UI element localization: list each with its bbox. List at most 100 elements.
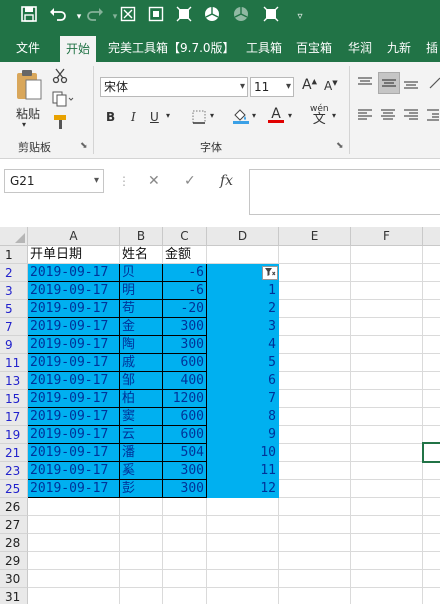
- cell[interactable]: [120, 534, 163, 552]
- cell[interactable]: [423, 516, 440, 534]
- cell[interactable]: [351, 462, 423, 480]
- cell[interactable]: [351, 552, 423, 570]
- cell[interactable]: [351, 534, 423, 552]
- row-header[interactable]: 2: [0, 264, 28, 282]
- redo-icon[interactable]: [84, 6, 106, 28]
- cell[interactable]: [279, 552, 351, 570]
- phonetic-dropdown-icon[interactable]: ▾: [332, 111, 336, 120]
- row-header[interactable]: 11: [0, 354, 28, 372]
- font-launcher-icon[interactable]: ⬊: [336, 141, 344, 151]
- column-header-d[interactable]: D: [207, 227, 279, 246]
- font-color-dropdown-icon[interactable]: ▾: [288, 111, 292, 120]
- cell-name[interactable]: 邹: [120, 372, 163, 390]
- cell[interactable]: [279, 462, 351, 480]
- cell-index[interactable]: 11: [207, 462, 279, 480]
- cell-index[interactable]: 10: [207, 444, 279, 462]
- cell[interactable]: [279, 282, 351, 300]
- column-header-a[interactable]: A: [28, 227, 120, 246]
- cell[interactable]: [351, 588, 423, 604]
- tab-huarun[interactable]: 华润: [348, 34, 372, 62]
- cell-name[interactable]: 云: [120, 426, 163, 444]
- cell[interactable]: [351, 516, 423, 534]
- paste-button[interactable]: 粘贴: [10, 105, 46, 122]
- cell[interactable]: [423, 552, 440, 570]
- undo-icon[interactable]: [47, 6, 69, 28]
- cell[interactable]: [207, 498, 279, 516]
- cell[interactable]: [28, 516, 120, 534]
- cell[interactable]: [120, 552, 163, 570]
- cell[interactable]: [351, 570, 423, 588]
- cell[interactable]: [351, 444, 423, 462]
- cell[interactable]: [279, 354, 351, 372]
- column-header-g[interactable]: [423, 227, 440, 246]
- column-header-c[interactable]: C: [163, 227, 207, 246]
- cell[interactable]: [120, 498, 163, 516]
- font-color-button[interactable]: A: [268, 106, 284, 123]
- formula-input[interactable]: [249, 169, 440, 215]
- cell-date[interactable]: 2019-09-17: [28, 372, 120, 390]
- cell[interactable]: [120, 516, 163, 534]
- row-header[interactable]: 29: [0, 552, 28, 570]
- cell[interactable]: [279, 264, 351, 282]
- cut-icon[interactable]: [52, 68, 68, 87]
- header-cell-name[interactable]: 姓名: [120, 246, 163, 264]
- screenshot-icon[interactable]: [145, 6, 167, 28]
- row-header[interactable]: 31: [0, 588, 28, 604]
- cell[interactable]: [279, 426, 351, 444]
- cell[interactable]: [207, 246, 279, 264]
- cell[interactable]: [163, 588, 207, 604]
- cell-amount[interactable]: -6: [163, 282, 207, 300]
- cell[interactable]: [279, 498, 351, 516]
- cell-name[interactable]: 金: [120, 318, 163, 336]
- row-header[interactable]: 3: [0, 282, 28, 300]
- row-header[interactable]: 13: [0, 372, 28, 390]
- cell[interactable]: [120, 570, 163, 588]
- cell[interactable]: [279, 336, 351, 354]
- row-header[interactable]: 21: [0, 444, 28, 462]
- cell[interactable]: [351, 354, 423, 372]
- orientation-icon[interactable]: [428, 76, 440, 93]
- cell[interactable]: [423, 246, 440, 264]
- cell[interactable]: [163, 570, 207, 588]
- italic-button[interactable]: I: [131, 110, 136, 124]
- cell-index[interactable]: 2: [207, 300, 279, 318]
- cell-amount[interactable]: 300: [163, 480, 207, 498]
- cell[interactable]: [279, 516, 351, 534]
- cell-name[interactable]: 陶: [120, 336, 163, 354]
- cell[interactable]: [423, 264, 440, 282]
- cell-index[interactable]: 7: [207, 390, 279, 408]
- cell-index[interactable]: 9: [207, 426, 279, 444]
- cell[interactable]: [279, 408, 351, 426]
- cell[interactable]: [351, 408, 423, 426]
- cell-date[interactable]: 2019-09-17: [28, 426, 120, 444]
- border-icon[interactable]: [192, 110, 206, 127]
- cell-date[interactable]: 2019-09-17: [28, 462, 120, 480]
- cell[interactable]: [279, 318, 351, 336]
- pie-dim-icon[interactable]: [230, 6, 252, 28]
- cell[interactable]: [28, 534, 120, 552]
- cell[interactable]: [423, 390, 440, 408]
- cell-amount[interactable]: 600: [163, 426, 207, 444]
- tab-home[interactable]: 开始: [60, 36, 97, 62]
- cell[interactable]: [423, 318, 440, 336]
- underline-button[interactable]: U: [150, 110, 159, 124]
- column-header-b[interactable]: B: [120, 227, 163, 246]
- cell-name[interactable]: 奚: [120, 462, 163, 480]
- cell-name[interactable]: 潘: [120, 444, 163, 462]
- cell[interactable]: [279, 390, 351, 408]
- row-header[interactable]: 23: [0, 462, 28, 480]
- row-header[interactable]: 19: [0, 426, 28, 444]
- format-painter-icon[interactable]: [52, 114, 70, 133]
- cell[interactable]: [279, 570, 351, 588]
- cell-index[interactable]: 12: [207, 480, 279, 498]
- row-header[interactable]: 9: [0, 336, 28, 354]
- cell[interactable]: [423, 336, 440, 354]
- enter-icon[interactable]: ✓: [184, 169, 196, 193]
- cell[interactable]: [279, 480, 351, 498]
- cell[interactable]: [279, 372, 351, 390]
- cell[interactable]: [120, 588, 163, 604]
- cell-amount[interactable]: -6: [163, 264, 207, 282]
- tab-treasure-box[interactable]: 百宝箱: [296, 34, 332, 62]
- cell-date[interactable]: 2019-09-17: [28, 282, 120, 300]
- tab-toolbox[interactable]: 工具箱: [246, 34, 282, 62]
